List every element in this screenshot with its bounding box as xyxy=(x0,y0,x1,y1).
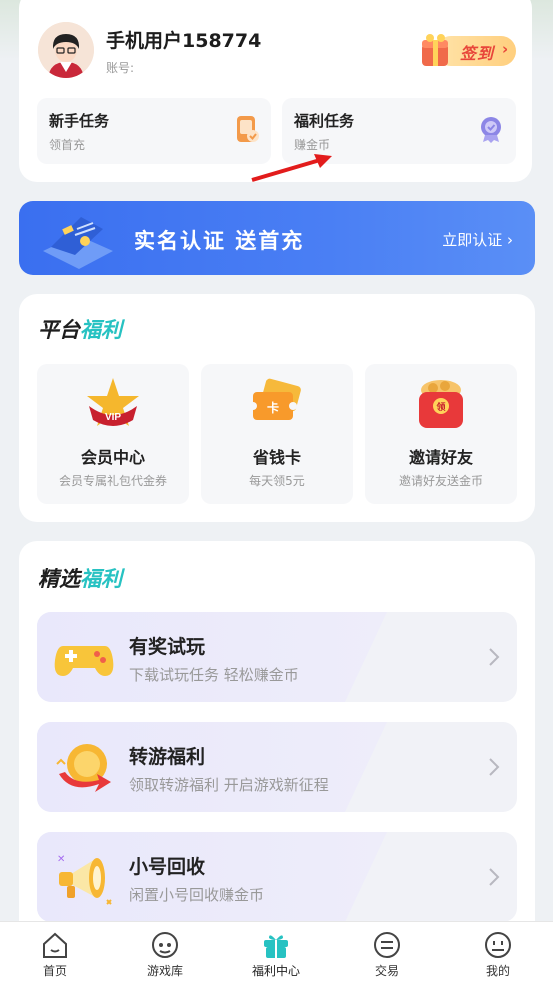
account-label: 账号: xyxy=(106,61,135,75)
svg-text:领: 领 xyxy=(436,401,445,413)
section-title-plain: 精选 xyxy=(38,567,80,591)
banner-title: 实名认证 送首充 xyxy=(134,229,305,253)
benefit-saving-card[interactable]: 卡 省钱卡 每天领5元 xyxy=(201,364,353,504)
chevron-right-icon xyxy=(489,758,500,776)
benefit-vip-center[interactable]: VIP 会员中心 会员专属礼包代金券 xyxy=(37,364,189,504)
section-title: 精选福利 xyxy=(38,563,122,593)
section-title-accent: 福利 xyxy=(80,318,122,342)
tab-label: 游戏库 xyxy=(146,964,183,978)
feature-subtitle: 闲置小号回收赚金币 xyxy=(129,886,265,904)
id-card-icon xyxy=(43,217,113,269)
benefit-subtitle: 邀请好友送金币 xyxy=(398,474,483,488)
benefit-title: 省钱卡 xyxy=(252,448,301,467)
gift-box-icon xyxy=(422,34,448,66)
tab-home[interactable]: 首页 xyxy=(0,922,110,983)
gift-icon xyxy=(264,935,288,958)
badge-icon xyxy=(481,117,501,143)
task-subtitle: 领首充 xyxy=(49,138,86,152)
section-title: 平台福利 xyxy=(38,314,122,344)
red-envelope-icon: 领 xyxy=(419,380,463,428)
ticket-card-icon: 卡 xyxy=(249,378,301,420)
coin-swap-icon xyxy=(56,744,111,792)
task-title: 新手任务 xyxy=(49,112,110,130)
feature-account-recycle[interactable]: ✕ 小号回收 闲置小号回收赚金币 xyxy=(37,832,517,922)
section-title-plain: 平台 xyxy=(38,318,80,342)
tab-label: 首页 xyxy=(42,964,67,978)
chevron-right-icon xyxy=(489,648,500,666)
feature-transfer-game[interactable]: 转游福利 领取转游福利 开启游戏新征程 xyxy=(37,722,517,812)
home-icon xyxy=(43,932,67,958)
benefit-title: 会员中心 xyxy=(80,448,145,467)
section-title-accent: 福利 xyxy=(80,567,122,591)
feature-title: 转游福利 xyxy=(129,746,206,768)
svg-text:✕: ✕ xyxy=(57,854,65,865)
benefit-title: 邀请好友 xyxy=(408,448,473,467)
svg-text:VIP: VIP xyxy=(105,412,121,423)
benefit-subtitle: 会员专属礼包代金券 xyxy=(58,474,167,488)
bottom-tab-bar: 首页 游戏库 福利中心 交易 我的 xyxy=(0,921,553,983)
megaphone-icon: ✕ xyxy=(57,854,112,905)
annotation-arrow-icon xyxy=(251,154,332,182)
gamepad-icon xyxy=(54,646,114,676)
game-library-icon xyxy=(152,932,178,958)
real-name-banner[interactable]: 实名认证 送首充 立即认证 › xyxy=(19,201,535,275)
svg-text:卡: 卡 xyxy=(267,400,279,415)
verify-now-link[interactable]: 立即认证 › xyxy=(442,229,513,250)
tab-trade[interactable]: 交易 xyxy=(332,922,442,983)
tab-game-library[interactable]: 游戏库 xyxy=(110,922,220,983)
vip-crown-icon: VIP xyxy=(87,378,139,426)
tab-welfare-center[interactable]: 福利中心 xyxy=(221,922,331,983)
platform-benefits-section: 平台福利 VIP 会员中心 会员专属礼包代金券 卡 省钱卡 每天领5元 领 邀请… xyxy=(19,294,535,522)
phone-task-icon xyxy=(237,116,259,142)
avatar[interactable] xyxy=(38,22,94,78)
feature-trial-play[interactable]: 有奖试玩 下载试玩任务 轻松赚金币 xyxy=(37,612,517,702)
task-newbie[interactable]: 新手任务 领首充 xyxy=(37,98,271,164)
task-subtitle: 赚金币 xyxy=(294,138,331,152)
tab-label: 我的 xyxy=(485,964,510,978)
profile-icon xyxy=(485,932,511,958)
tab-label: 福利中心 xyxy=(251,964,300,978)
feature-subtitle: 领取转游福利 开启游戏新征程 xyxy=(129,776,329,794)
trade-icon xyxy=(374,932,400,958)
benefit-invite-friends[interactable]: 领 邀请好友 邀请好友送金币 xyxy=(365,364,517,504)
chevron-right-icon xyxy=(489,868,500,886)
feature-title: 小号回收 xyxy=(129,856,206,878)
signin-button[interactable]: 签到 › xyxy=(418,30,516,70)
feature-title: 有奖试玩 xyxy=(129,636,206,658)
tab-mine[interactable]: 我的 xyxy=(443,922,553,983)
chevron-right-icon: › xyxy=(502,40,509,58)
feature-subtitle: 下载试玩任务 轻松赚金币 xyxy=(129,666,299,684)
tab-label: 交易 xyxy=(374,964,399,978)
featured-benefits-section: 精选福利 有奖试玩 下载试玩任务 轻松赚金币 转游福利 领取转游福利 开启游戏新… xyxy=(19,541,535,941)
signin-label: 签到 xyxy=(460,44,495,63)
benefit-subtitle: 每天领5元 xyxy=(249,474,305,488)
task-title: 福利任务 xyxy=(294,112,355,130)
username: 手机用户158774 xyxy=(106,30,262,52)
